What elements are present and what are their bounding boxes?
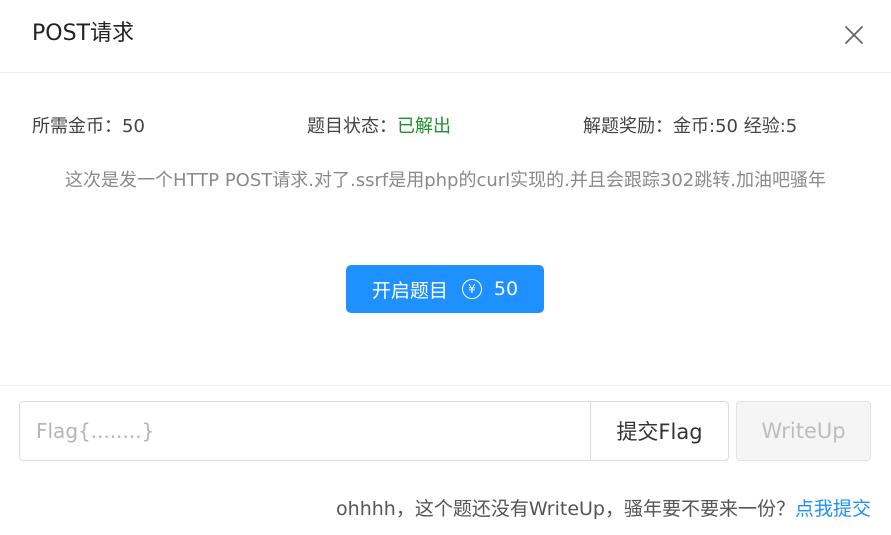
challenge-meta: 所需金币：50 题目状态：已解出 解题奖励：金币:50 经验:5	[0, 112, 891, 142]
start-challenge-cost: 50	[493, 278, 519, 300]
required-coins-label: 所需金币：	[32, 116, 122, 137]
writeup-prompt-text: ohhhh，这个题还没有WriteUp，骚年要不要来一份？	[336, 498, 795, 520]
challenge-description: 这次是发一个HTTP POST请求.对了.ssrf是用php的curl实现的.并…	[65, 170, 826, 191]
solve-reward-value: 金币:50 经验:5	[673, 116, 798, 137]
required-coins: 所需金币：50	[32, 112, 145, 142]
required-coins-value: 50	[122, 116, 145, 137]
solve-reward: 解题奖励：金币:50 经验:5	[583, 112, 797, 142]
challenge-status: 题目状态：已解出	[307, 112, 451, 142]
dialog-header: POST请求	[0, 0, 891, 73]
challenge-dialog: POST请求 所需金币：50 题目状态：已解出 解题奖励：金币:50 经验:5 …	[0, 0, 891, 535]
writeup-button[interactable]: WriteUp	[736, 401, 871, 461]
submit-writeup-link[interactable]: 点我提交	[795, 498, 871, 520]
challenge-status-value: 已解出	[397, 116, 451, 137]
challenge-status-label: 题目状态：	[307, 116, 397, 137]
section-divider	[0, 385, 891, 386]
start-challenge-label: 开启题目	[371, 279, 448, 302]
writeup-prompt: ohhhh，这个题还没有WriteUp，骚年要不要来一份？点我提交	[336, 494, 871, 524]
submit-flag-button[interactable]: 提交Flag	[590, 401, 729, 461]
flag-input[interactable]	[19, 401, 591, 461]
close-icon[interactable]	[843, 24, 865, 46]
solve-reward-label: 解题奖励：	[583, 116, 673, 137]
dialog-title: POST请求	[32, 21, 134, 46]
start-challenge-button[interactable]: 开启题目 ¥ 50	[346, 265, 544, 313]
yen-coin-icon: ¥	[461, 279, 482, 299]
